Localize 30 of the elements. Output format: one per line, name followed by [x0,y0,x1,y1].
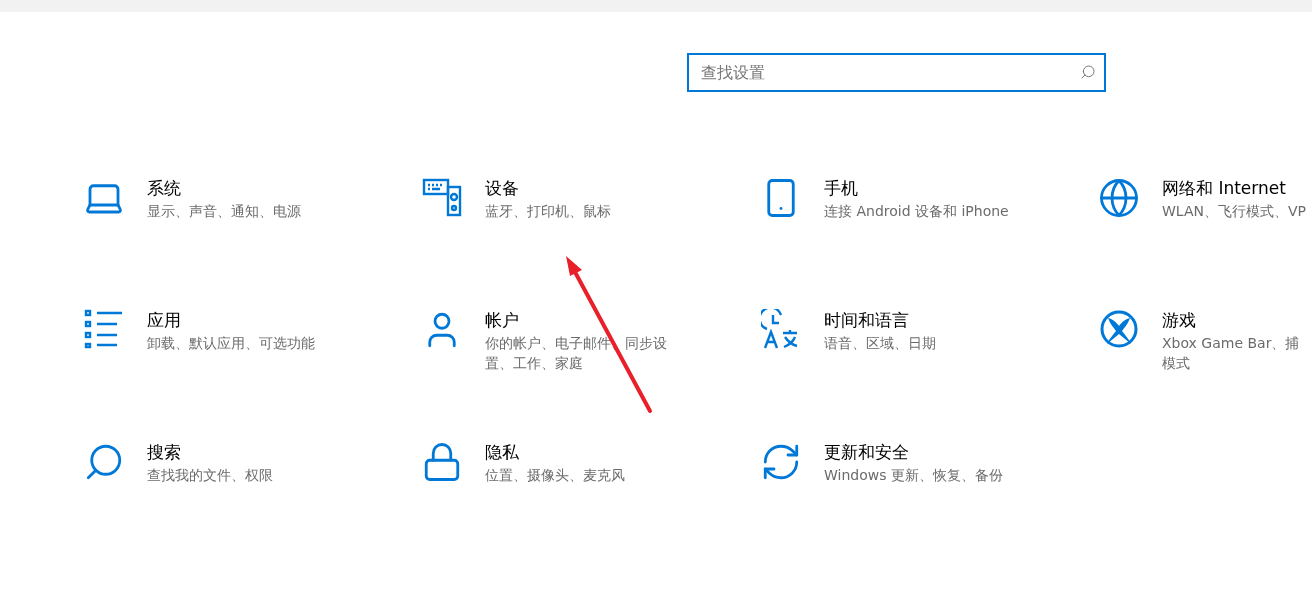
category-description: 蓝牙、打印机、鼠标 [485,202,611,221]
category-description: WLAN、飞行模式、VP [1162,202,1307,221]
category-title[interactable]: 游戏 [1162,307,1300,333]
search-icon [1080,64,1096,80]
category-title[interactable]: 隐私 [485,439,625,465]
category-title[interactable]: 搜索 [147,439,273,465]
globe-icon [1097,177,1140,219]
category-title[interactable]: 更新和安全 [824,439,1003,465]
xbox-icon [1098,309,1139,349]
category-title[interactable]: 应用 [147,307,315,333]
list-icon [83,309,124,349]
category-title[interactable]: 设备 [485,175,611,201]
category-description: 置、工作、家庭 [485,354,584,373]
category-title[interactable]: 帐户 [485,307,667,333]
category-description: 模式 [1162,354,1191,373]
category-description: 查找我的文件、权限 [147,466,273,485]
category-description: 语音、区域、日期 [824,334,936,353]
category-title[interactable]: 手机 [824,175,1009,201]
category-title[interactable]: 时间和语言 [824,307,936,333]
category-title[interactable]: 网络和 Internet [1162,175,1307,201]
category-description: 位置、摄像头、麦克风 [485,466,625,485]
category-description: 你的帐户、电子邮件、同步设 [485,334,667,353]
category-description: 显示、声音、通知、电源 [147,202,301,221]
category-description: 连接 Android 设备和 iPhone [824,202,1009,221]
category-description: Windows 更新、恢复、备份 [824,466,1003,485]
category-title[interactable]: 系统 [147,175,301,201]
category-description: 卸载、默认应用、可选功能 [147,334,315,353]
search-field[interactable]: 查找设置 [687,53,1106,92]
category-description: Xbox Game Bar、捕 [1162,334,1300,353]
keyboard-speaker-icon [421,177,462,217]
